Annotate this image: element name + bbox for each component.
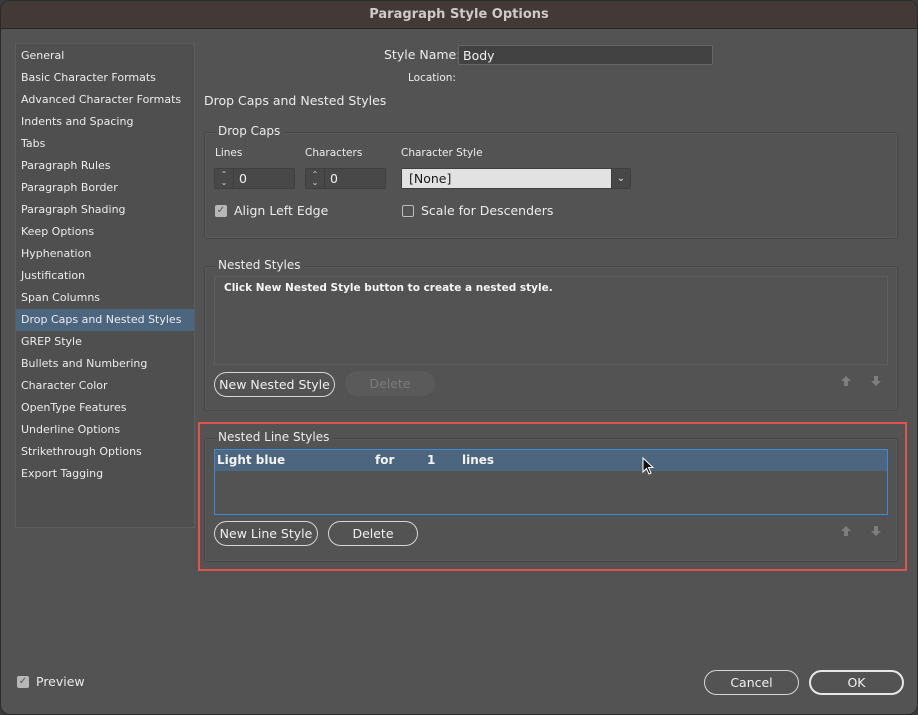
mouse-pointer-icon	[642, 457, 655, 475]
character-style-value: [None]	[402, 169, 611, 188]
sidebar-item-drop-caps-and-nested-styles[interactable]: Drop Caps and Nested Styles	[16, 309, 194, 331]
sidebar-item-basic-character-formats[interactable]: Basic Character Formats	[16, 67, 194, 89]
lines-label: Lines	[215, 147, 243, 159]
new-nested-style-button[interactable]: New Nested Style	[214, 372, 335, 397]
preview-checkbox[interactable]: ✓ Preview	[17, 674, 85, 689]
sidebar-item-general[interactable]: General	[16, 45, 194, 67]
arrow-up-icon[interactable]	[840, 525, 852, 537]
line-style-count[interactable]: 1	[427, 453, 435, 467]
sidebar-item-justification[interactable]: Justification	[16, 265, 194, 287]
scale-for-descenders-label: Scale for Descenders	[421, 203, 554, 218]
sidebar-item-span-columns[interactable]: Span Columns	[16, 287, 194, 309]
line-style-for: for	[375, 453, 395, 467]
nested-styles-title: Nested Styles	[215, 258, 304, 272]
new-line-style-button[interactable]: New Line Style	[214, 521, 318, 546]
sidebar-item-strikethrough-options[interactable]: Strikethrough Options	[16, 441, 194, 463]
location-label: Location:	[408, 72, 456, 84]
nested-line-styles-list[interactable]: Light blue for 1 lines	[214, 449, 888, 515]
dialog-title: Paragraph Style Options	[369, 7, 549, 22]
sidebar-item-underline-options[interactable]: Underline Options	[16, 419, 194, 441]
chevron-down-icon[interactable]: ⌄	[611, 169, 630, 188]
sidebar-item-indents-and-spacing[interactable]: Indents and Spacing	[16, 111, 194, 133]
sidebar-item-bullets-and-numbering[interactable]: Bullets and Numbering	[16, 353, 194, 375]
sidebar-item-paragraph-shading[interactable]: Paragraph Shading	[16, 199, 194, 221]
drop-caps-title: Drop Caps	[215, 124, 284, 138]
sidebar-item-advanced-character-formats[interactable]: Advanced Character Formats	[16, 89, 194, 111]
lines-value[interactable]: 0	[234, 169, 247, 188]
characters-stepper[interactable]: ⌃ ⌄ 0	[305, 168, 386, 189]
stepper-icon[interactable]: ⌃ ⌄	[306, 169, 325, 188]
sidebar-item-hyphenation[interactable]: Hyphenation	[16, 243, 194, 265]
characters-label: Characters	[305, 147, 363, 159]
scale-for-descenders-checkbox[interactable]: Scale for Descenders	[402, 203, 553, 218]
section-title: Drop Caps and Nested Styles	[204, 93, 387, 108]
sidebar-item-keep-options[interactable]: Keep Options	[16, 221, 194, 243]
sidebar-item-paragraph-border[interactable]: Paragraph Border	[16, 177, 194, 199]
sidebar-item-tabs[interactable]: Tabs	[16, 133, 194, 155]
characters-value[interactable]: 0	[325, 169, 338, 188]
nested-line-styles-title: Nested Line Styles	[215, 430, 333, 444]
arrow-down-icon[interactable]	[870, 375, 882, 387]
align-left-edge-checkbox[interactable]: ✓ Align Left Edge	[215, 203, 328, 218]
checkmark-icon[interactable]: ✓	[215, 204, 227, 217]
checkmark-icon[interactable]: ✓	[17, 675, 29, 688]
character-style-select[interactable]: [None] ⌄	[401, 168, 631, 189]
delete-nested-style-button[interactable]: Delete	[345, 371, 435, 396]
arrow-up-icon[interactable]	[840, 375, 852, 387]
stepper-icon[interactable]: ⌃ ⌄	[215, 169, 234, 188]
checkbox-empty-icon[interactable]	[402, 204, 414, 217]
nested-styles-empty-hint: Click New Nested Style button to create …	[224, 282, 553, 294]
title-bar: Paragraph Style Options	[1, 1, 917, 29]
arrow-down-icon[interactable]	[870, 525, 882, 537]
sidebar-item-grep-style[interactable]: GREP Style	[16, 331, 194, 353]
sidebar-item-opentype-features[interactable]: OpenType Features	[16, 397, 194, 419]
ok-button[interactable]: OK	[809, 670, 904, 695]
sidebar-item-export-tagging[interactable]: Export Tagging	[16, 463, 194, 485]
list-item[interactable]: Light blue for 1 lines	[215, 450, 887, 471]
cancel-button[interactable]: Cancel	[704, 670, 799, 695]
category-list: General Basic Character Formats Advanced…	[15, 43, 195, 528]
style-name-label: Style Name:	[384, 47, 461, 62]
nested-styles-list[interactable]: Click New Nested Style button to create …	[214, 276, 888, 365]
lines-stepper[interactable]: ⌃ ⌄ 0	[214, 168, 295, 189]
sidebar-item-paragraph-rules[interactable]: Paragraph Rules	[16, 155, 194, 177]
delete-line-style-button[interactable]: Delete	[328, 521, 418, 546]
line-style-name[interactable]: Light blue	[217, 453, 285, 467]
line-style-unit[interactable]: lines	[462, 453, 494, 467]
paragraph-style-options-dialog: Paragraph Style Options General Basic Ch…	[0, 0, 918, 715]
style-name-input[interactable]	[458, 45, 713, 65]
sidebar-item-character-color[interactable]: Character Color	[16, 375, 194, 397]
preview-label: Preview	[36, 674, 85, 689]
align-left-edge-label: Align Left Edge	[234, 203, 329, 218]
character-style-label: Character Style	[401, 147, 483, 159]
